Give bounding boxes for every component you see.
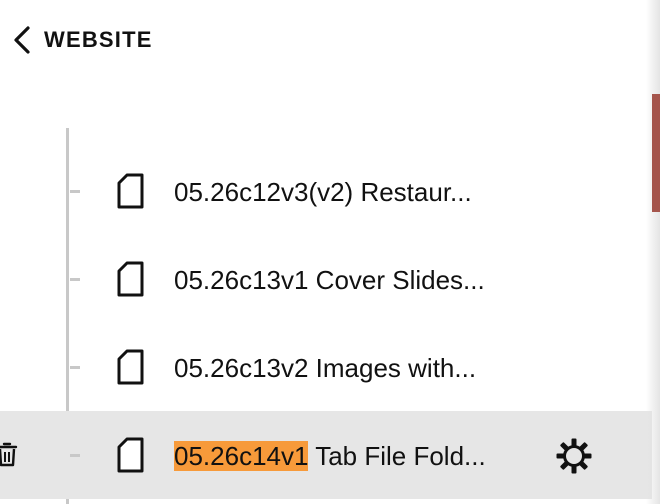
page-item-label: 05.26c12v3(v2) Restaur... xyxy=(174,177,472,207)
page-navigation-panel: WEBSITE 05.26c12v3(v2) Restaur... 05.26c… xyxy=(0,0,660,504)
tree-branch-tick xyxy=(70,190,80,193)
trash-icon[interactable] xyxy=(0,441,18,469)
page-item-label: 05.26c13v1 Cover Slides... xyxy=(174,265,485,295)
page-item[interactable]: 05.26c13v2 Images with... xyxy=(0,323,652,411)
page-item-label: 05.26c14v1 Tab File Fold... xyxy=(174,440,486,472)
back-to-website-link[interactable]: WEBSITE xyxy=(10,22,153,58)
page-item-label: 05.26c13v2 Images with... xyxy=(174,353,477,383)
page-item-label-rest: Tab File Fold... xyxy=(308,441,486,471)
page-icon xyxy=(114,347,148,387)
page-item-selected[interactable]: 05.26c14v1 Tab File Fold... xyxy=(0,411,652,499)
back-label: WEBSITE xyxy=(44,27,153,52)
page-icon xyxy=(114,171,148,211)
tree-branch-tick xyxy=(70,454,80,457)
page-item[interactable]: 05.26c13v1 Cover Slides... xyxy=(0,235,652,323)
gear-icon[interactable] xyxy=(555,437,593,475)
scroll-accent-bar[interactable] xyxy=(652,94,660,212)
search-match-highlight: 05.26c14v1 xyxy=(174,441,309,471)
page-icon xyxy=(114,259,148,299)
panel-edge-shadow xyxy=(646,0,660,504)
tree-branch-tick xyxy=(70,278,80,281)
tree-branch-tick xyxy=(70,366,80,369)
page-icon xyxy=(114,435,148,475)
chevron-left-icon xyxy=(10,22,36,58)
page-item[interactable]: 05.26c12v3(v2) Restaur... xyxy=(0,147,652,235)
